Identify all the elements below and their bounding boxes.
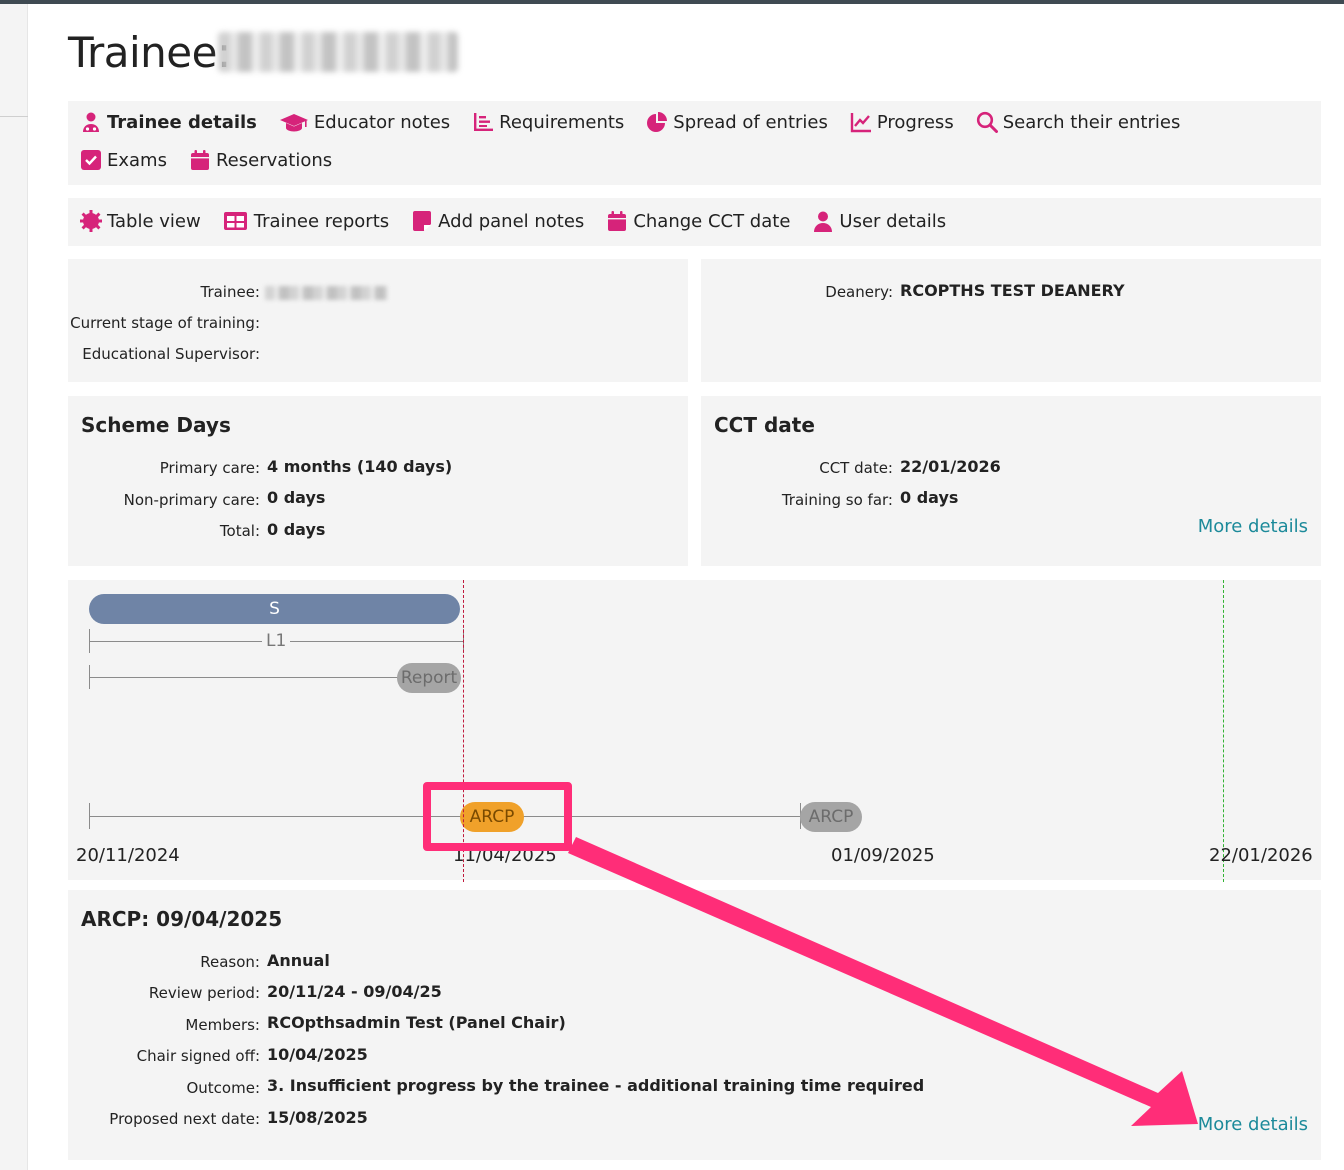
review-period-label: Review period: (148, 984, 260, 1002)
nav-progress[interactable]: Progress (850, 111, 954, 133)
outcome-label: Outcome: (186, 1079, 260, 1097)
timeline-date-cct: 22/01/2026 (1209, 845, 1313, 866)
highlight-box (423, 782, 572, 851)
nav-exams[interactable]: Exams (80, 149, 167, 171)
total-label: Total: (219, 522, 260, 540)
primary-nav: Trainee details Educator notes Requireme… (68, 101, 1321, 185)
nav-label: Table view (107, 210, 201, 232)
left-sidebar (0, 4, 28, 1170)
stage-label: Current stage of training: (70, 314, 260, 332)
members-label: Members: (185, 1016, 260, 1034)
arcp-start-tick (89, 803, 90, 829)
nav-label: Search their entries (1002, 111, 1181, 133)
user-icon (812, 210, 834, 232)
cct-date-value: 22/01/2026 (900, 457, 1001, 476)
nav-table-view[interactable]: Table view (80, 210, 201, 232)
nav-label: Add panel notes (438, 210, 585, 232)
chair-signed-off-value: 10/04/2025 (267, 1045, 368, 1064)
top-bar (0, 0, 1344, 4)
training-so-far-label: Training so far: (781, 491, 893, 509)
nav-reservations[interactable]: Reservations (189, 149, 332, 171)
redacted-trainee-name (218, 32, 458, 72)
nav-label: Spread of entries (673, 111, 828, 133)
report-line (89, 677, 409, 678)
nav-label: Educator notes (313, 111, 451, 133)
nav-label: Requirements (499, 111, 625, 133)
nav-label: User details (839, 210, 947, 232)
scheme-days-title: Scheme Days (81, 413, 231, 437)
nav-search-their-entries[interactable]: Search their entries (976, 111, 1181, 133)
review-period-value: 20/11/24 - 09/04/25 (267, 982, 442, 1001)
l1-label: L1 (262, 631, 291, 651)
page-title: Trainee: (68, 28, 231, 77)
user-doctor-icon (80, 111, 102, 133)
nav-add-panel-notes[interactable]: Add panel notes (411, 210, 584, 232)
arcp-next-pill[interactable]: ARCP (800, 802, 862, 832)
timeline-date-next: 01/09/2025 (831, 845, 935, 866)
stage-bar[interactable]: S (89, 594, 460, 624)
nav-label: Trainee reports (253, 210, 390, 232)
outcome-value: 3. Insufficient progress by the trainee … (267, 1076, 925, 1095)
cct-more-details-link[interactable]: More details (1198, 516, 1308, 537)
nav-educator-notes[interactable]: Educator notes (279, 111, 450, 133)
deanery-label: Deanery: (825, 283, 893, 301)
sticky-note-icon (411, 210, 433, 232)
report-pill[interactable]: Report (397, 663, 461, 693)
graduation-cap-icon (279, 111, 309, 133)
list-chart-icon (472, 111, 494, 133)
line-chart-icon (850, 111, 872, 133)
checkbox-icon (80, 149, 102, 171)
primary-care-label: Primary care: (159, 459, 260, 477)
nav-label: Trainee details (107, 111, 257, 133)
cct-date-label: CCT date: (819, 459, 893, 477)
nav-trainee-details[interactable]: Trainee details (80, 111, 257, 133)
reason-label: Reason: (200, 953, 260, 971)
cct-marker-line (1223, 580, 1224, 882)
secondary-nav: Table view Trainee reports Add panel not… (68, 198, 1321, 246)
members-value: RCOpthsadmin Test (Panel Chair) (267, 1013, 566, 1032)
non-primary-care-value: 0 days (267, 488, 326, 507)
timeline-date-start: 20/11/2024 (76, 845, 180, 866)
report-start-tick (89, 665, 90, 689)
nav-label: Exams (107, 149, 167, 171)
nav-spread-of-entries[interactable]: Spread of entries (646, 111, 828, 133)
cct-title: CCT date (714, 413, 815, 437)
reason-value: Annual (267, 951, 330, 970)
trainee-label: Trainee: (200, 283, 260, 301)
proposed-next-date-label: Proposed next date: (109, 1110, 260, 1128)
primary-care-value: 4 months (140 days) (267, 457, 453, 476)
arcp-title: ARCP: 09/04/2025 (81, 907, 283, 931)
redacted-trainee-value (265, 286, 387, 300)
deanery-panel (701, 259, 1321, 382)
total-value: 0 days (267, 520, 326, 539)
chair-signed-off-label: Chair signed off: (136, 1047, 260, 1065)
non-primary-care-label: Non-primary care: (123, 491, 260, 509)
training-so-far-value: 0 days (900, 488, 959, 507)
proposed-next-date-value: 15/08/2025 (267, 1108, 368, 1127)
nav-user-details[interactable]: User details (812, 210, 946, 232)
training-timeline (68, 580, 1321, 880)
nav-requirements[interactable]: Requirements (472, 111, 624, 133)
calendar-icon (606, 210, 628, 232)
nav-label: Progress (876, 111, 954, 133)
nav-label: Change CCT date (633, 210, 791, 232)
arcp-more-details-link[interactable]: More details (1198, 1114, 1308, 1135)
l1-start-tick (89, 629, 90, 653)
search-icon (976, 111, 998, 133)
calendar-icon (189, 149, 211, 171)
pie-chart-icon (646, 111, 668, 133)
nav-trainee-reports[interactable]: Trainee reports (223, 210, 389, 232)
supervisor-label: Educational Supervisor: (82, 345, 260, 363)
gear-icon (80, 210, 102, 232)
nav-change-cct-date[interactable]: Change CCT date (606, 210, 790, 232)
table-icon (223, 210, 249, 232)
deanery-value: RCOPTHS TEST DEANERY (900, 281, 1125, 300)
nav-label: Reservations (215, 149, 333, 171)
